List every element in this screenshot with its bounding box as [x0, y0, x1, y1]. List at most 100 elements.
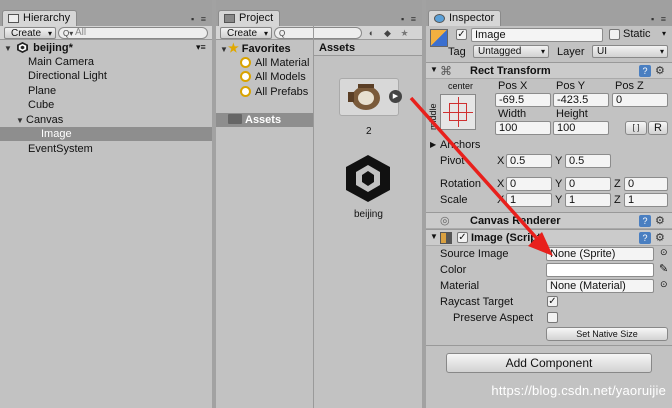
- layer-dropdown[interactable]: UI: [592, 45, 668, 58]
- help-icon[interactable]: ?: [639, 65, 651, 77]
- eyedropper-icon[interactable]: ✎: [659, 262, 668, 275]
- component-title: Canvas Renderer: [470, 215, 561, 227]
- scale-label: Scale: [440, 194, 468, 206]
- favorite-item[interactable]: All Prefabs: [216, 85, 313, 99]
- favorite-item[interactable]: All Material: [216, 56, 313, 70]
- rot-z-field[interactable]: 0: [624, 177, 668, 191]
- tag-dropdown[interactable]: Untagged: [473, 45, 549, 58]
- favorites-row[interactable]: ▼★ Favorites: [216, 41, 313, 55]
- hierarchy-toolbar: Create Q▾ All: [0, 26, 212, 40]
- raycast-label: Raycast Target: [440, 296, 514, 308]
- hierarchy-item[interactable]: Main Camera: [0, 55, 212, 69]
- expand-icon[interactable]: ▼: [4, 42, 14, 56]
- width-field[interactable]: 100: [495, 121, 551, 135]
- search-input[interactable]: Q▾ All: [58, 27, 208, 39]
- project-tabbar: Project ▪ ≡: [216, 0, 422, 26]
- favorite-label: All Models: [255, 71, 306, 83]
- pivot-y-field[interactable]: 0.5: [565, 154, 611, 168]
- object-picker-icon[interactable]: ⊙: [660, 279, 668, 290]
- assets-folder-row[interactable]: Assets: [216, 113, 313, 127]
- favorite-label: All Material: [255, 57, 310, 69]
- help-icon[interactable]: ?: [639, 215, 651, 227]
- pos-z-field[interactable]: 0: [612, 93, 668, 107]
- pos-y-field[interactable]: -423.5: [553, 93, 609, 107]
- project-divider: [313, 26, 314, 408]
- raycast-checkbox[interactable]: ✓: [547, 296, 558, 307]
- rot-x-label: X: [497, 178, 505, 190]
- folder-tab-icon: [224, 14, 235, 23]
- image-enabled-checkbox[interactable]: ✓: [457, 232, 468, 243]
- hierarchy-item[interactable]: EventSystem: [0, 142, 212, 156]
- favorite-item[interactable]: All Models: [216, 70, 313, 84]
- set-native-size-button[interactable]: Set Native Size: [546, 327, 668, 341]
- image-script-header[interactable]: ▼ ✓ Image (Script) ? ⚙: [426, 229, 672, 246]
- anchor-preset-button[interactable]: [440, 94, 476, 130]
- rot-y-field[interactable]: 0: [565, 177, 611, 191]
- pos-y-label: Pos Y: [556, 80, 586, 92]
- tab-project[interactable]: Project: [218, 10, 281, 26]
- name-field[interactable]: Image: [471, 28, 603, 42]
- static-checkbox[interactable]: [609, 29, 620, 40]
- rect-transform-header[interactable]: ▼ ⌘ Rect Transform ? ⚙: [426, 62, 672, 79]
- tab-hierarchy[interactable]: Hierarchy: [2, 10, 78, 26]
- expand-icon[interactable]: ▼: [16, 114, 26, 128]
- pivot-x-field[interactable]: 0.5: [506, 154, 552, 168]
- scene-row[interactable]: ▼ beijing*: [0, 41, 212, 55]
- add-component-button[interactable]: Add Component: [446, 353, 652, 373]
- raw-edit-button[interactable]: R: [648, 121, 668, 135]
- expand-icon[interactable]: ▼: [220, 43, 228, 57]
- scene-menu-icon[interactable]: ▾≡: [196, 42, 206, 53]
- lock-menu-icon[interactable]: ▪ ≡: [651, 14, 668, 24]
- tab-label: Hierarchy: [23, 12, 71, 24]
- play-icon[interactable]: ▶: [389, 90, 402, 103]
- create-button[interactable]: Create: [4, 27, 57, 40]
- asset-thumbnail-2[interactable]: ▶: [339, 78, 402, 116]
- scale-x-field[interactable]: 1: [506, 193, 552, 207]
- hierarchy-item[interactable]: Directional Light: [0, 69, 212, 83]
- material-field[interactable]: None (Material): [546, 279, 654, 293]
- gear-icon[interactable]: ⚙: [655, 214, 665, 227]
- canvas-renderer-header[interactable]: ◎ Canvas Renderer ? ⚙: [426, 212, 672, 229]
- blueprint-mode-button[interactable]: [ ]: [625, 121, 647, 135]
- rot-x-field[interactable]: 0: [506, 177, 552, 191]
- scale-z-field[interactable]: 1: [624, 193, 668, 207]
- anchors-expand-icon[interactable]: ▶: [430, 140, 436, 149]
- scale-y-field[interactable]: 1: [565, 193, 611, 207]
- assets-breadcrumb: Assets: [314, 40, 422, 56]
- height-field[interactable]: 100: [553, 121, 609, 135]
- anchors-label[interactable]: Anchors: [440, 139, 480, 151]
- lock-menu-icon[interactable]: ▪ ≡: [191, 14, 208, 24]
- static-dropdown-icon[interactable]: ▾: [662, 29, 666, 38]
- project-panel: Project ▪ ≡ Create Q ◐ ◆ ★ ▼★Favorites A…: [216, 0, 422, 408]
- material-label: Material: [440, 280, 480, 292]
- saved-search-icon: [240, 86, 251, 97]
- color-field[interactable]: [546, 263, 654, 277]
- object-picker-icon[interactable]: ⊙: [660, 247, 668, 258]
- pos-x-field[interactable]: -69.5: [495, 93, 551, 107]
- hierarchy-item[interactable]: Cube: [0, 98, 212, 112]
- expand-icon[interactable]: ▼: [430, 232, 438, 241]
- folder-icon: [228, 114, 242, 124]
- source-image-field[interactable]: None (Sprite): [546, 247, 654, 261]
- scale-x-label: X: [497, 194, 505, 206]
- gear-icon[interactable]: ⚙: [655, 64, 665, 77]
- unity-scene-asset-icon[interactable]: [342, 152, 394, 204]
- help-icon[interactable]: ?: [639, 232, 651, 244]
- filter-type-icon[interactable]: ◐: [364, 26, 379, 40]
- lock-menu-icon[interactable]: ▪ ≡: [401, 14, 418, 24]
- tab-inspector[interactable]: Inspector: [428, 10, 502, 26]
- create-button[interactable]: Create: [220, 27, 273, 40]
- favorite-star-icon[interactable]: ★: [397, 26, 412, 40]
- gear-icon[interactable]: ⚙: [655, 231, 665, 244]
- hierarchy-item-selected[interactable]: Image: [0, 127, 212, 141]
- preserve-aspect-checkbox[interactable]: [547, 312, 558, 323]
- hierarchy-item-canvas[interactable]: ▼ Canvas: [0, 113, 212, 127]
- hierarchy-item[interactable]: Plane: [0, 84, 212, 98]
- pivot-label: Pivot: [440, 155, 465, 167]
- filter-label-icon[interactable]: ◆: [380, 26, 395, 40]
- expand-icon[interactable]: ▼: [430, 65, 438, 74]
- width-label: Width: [498, 108, 527, 120]
- active-checkbox[interactable]: ✓: [456, 29, 467, 40]
- favorites-label: Favorites: [241, 43, 291, 55]
- project-search-input[interactable]: Q: [274, 27, 362, 39]
